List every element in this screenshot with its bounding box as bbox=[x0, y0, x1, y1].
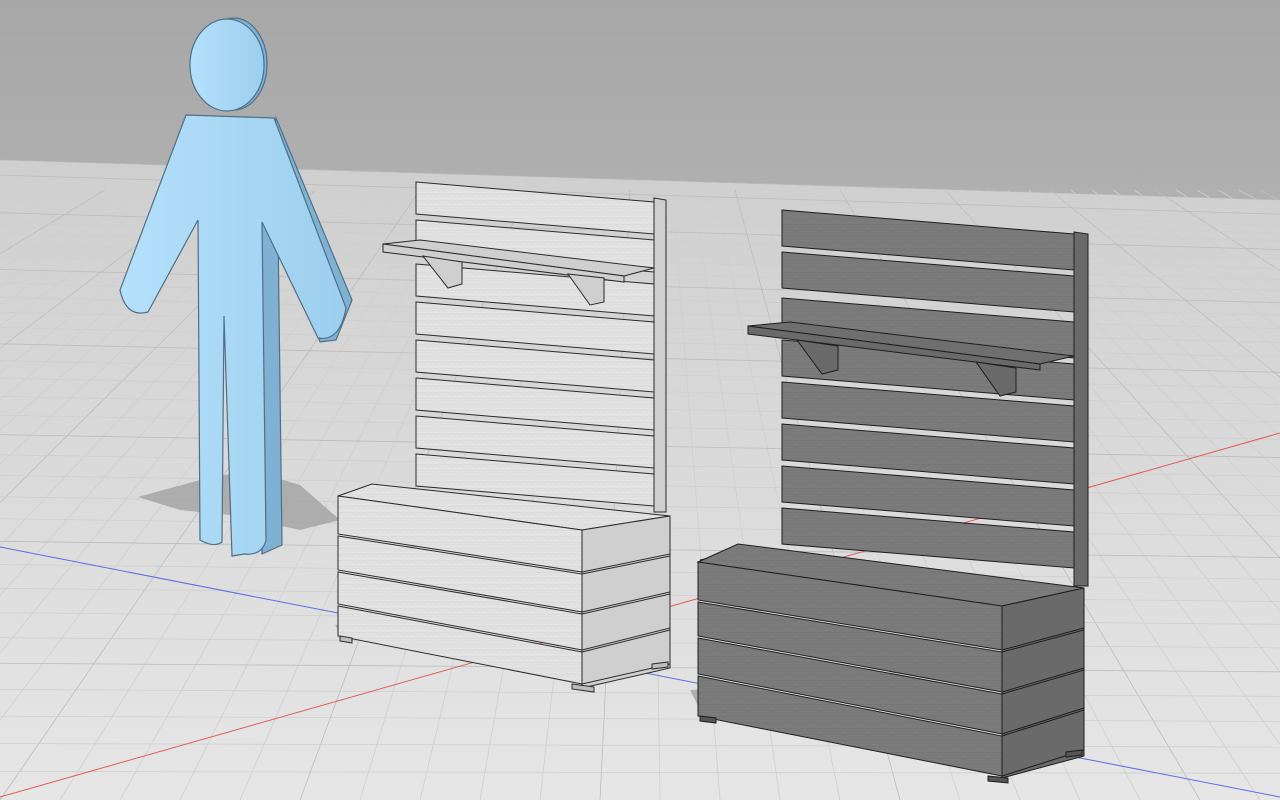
3d-viewport[interactable] bbox=[0, 0, 1280, 800]
figure-head bbox=[189, 18, 265, 112]
scene-canvas[interactable] bbox=[0, 0, 1280, 800]
back-post bbox=[653, 197, 667, 513]
back-post bbox=[1073, 231, 1089, 587]
